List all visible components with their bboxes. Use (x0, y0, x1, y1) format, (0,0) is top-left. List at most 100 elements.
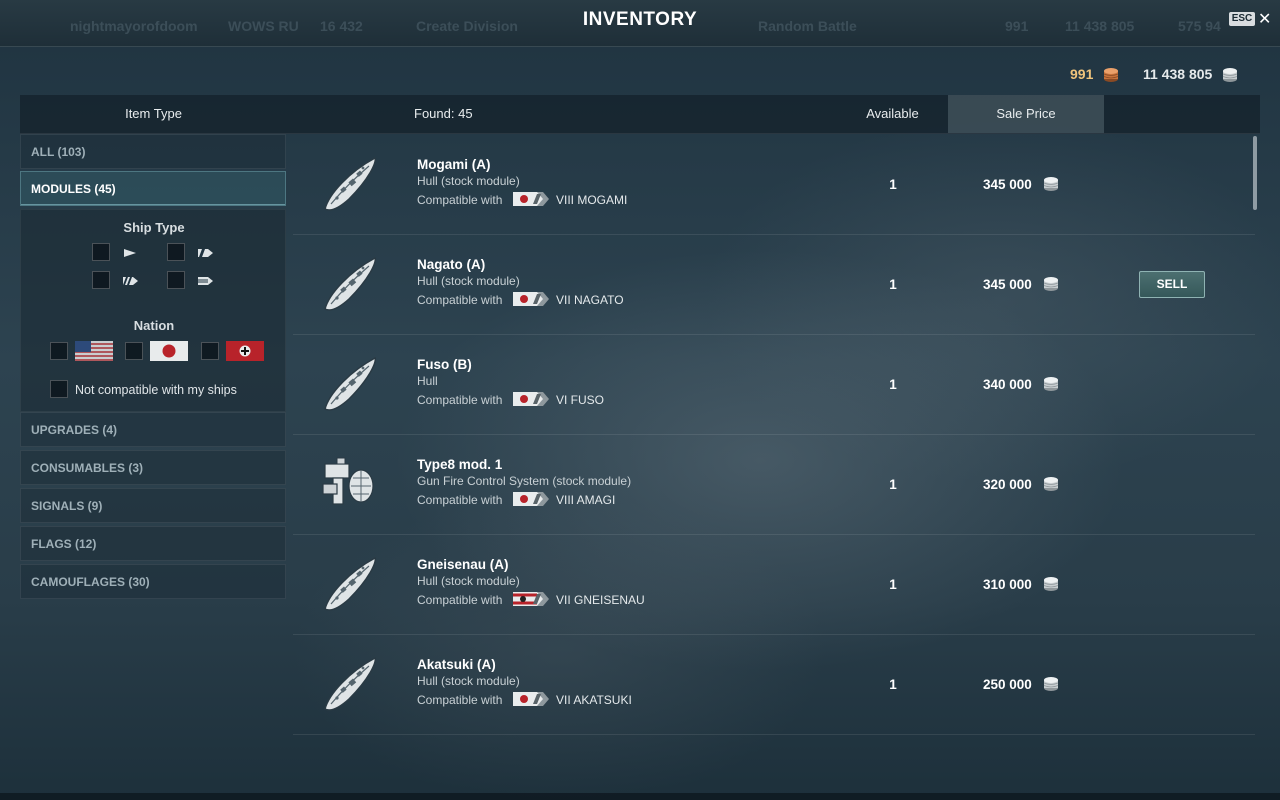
category-flags[interactable]: FLAGS (12) (20, 526, 286, 561)
compatible-label: Compatible with (417, 293, 503, 307)
credits-icon (1043, 476, 1059, 492)
japan-nation-icon (513, 292, 549, 306)
cruiser-icon (198, 249, 213, 257)
japan-nation-icon (513, 492, 549, 506)
window-title: INVENTORY (582, 9, 698, 30)
compatible-label: Compatible with (417, 493, 503, 507)
category-all[interactable]: ALL (103) (20, 134, 286, 169)
credits-icon (1043, 676, 1059, 692)
list-item[interactable]: Type8 mod. 1 Gun Fire Control System (st… (293, 434, 1255, 535)
table-header: Item Type Found: 45 Available Sale Price (20, 95, 1260, 134)
header-found-count: Found: 45 (414, 106, 473, 121)
item-available: 1 (889, 377, 897, 392)
bottom-strip (0, 793, 1280, 800)
item-name: Gneisenau (A) (417, 557, 509, 572)
list-item[interactable]: Mogami (A) Hull (stock module) Compatibl… (293, 134, 1255, 235)
hull-icon (319, 654, 381, 714)
item-name: Type8 mod. 1 (417, 457, 503, 472)
item-name: Fuso (B) (417, 357, 472, 372)
item-available: 1 (889, 177, 897, 192)
compatible-label: Compatible with (417, 693, 503, 707)
category-camouflages[interactable]: CAMOUFLAGES (30) (20, 564, 286, 599)
item-type: Hull (stock module) (417, 674, 520, 688)
category-modules[interactable]: MODULES (45) (20, 171, 286, 206)
item-type: Gun Fire Control System (stock module) (417, 474, 632, 488)
esc-key-hint[interactable]: ESC (1229, 12, 1255, 26)
compatible-ship: VIII AMAGI (556, 493, 616, 507)
item-available: 1 (889, 577, 897, 592)
list-item[interactable]: Fuso (B) Hull Compatible with VI FUSO 1 … (293, 334, 1255, 435)
item-price: 310 000 (983, 577, 1032, 592)
category-consumables[interactable]: CONSUMABLES (3) (20, 450, 286, 485)
item-price: 345 000 (983, 177, 1032, 192)
module-filters: Ship Type Nation Not compatible with my … (20, 209, 286, 412)
germany-nation-icon (513, 592, 549, 606)
nation-japan-checkbox[interactable] (125, 342, 143, 360)
item-price: 320 000 (983, 477, 1032, 492)
compatible-ship: VII GNEISENAU (556, 593, 645, 607)
list-scrollbar[interactable] (1253, 136, 1257, 210)
item-name: Nagato (A) (417, 257, 486, 272)
item-name: Akatsuki (A) (417, 657, 496, 672)
compatible-label: Compatible with (417, 593, 503, 607)
doubloons-balance: 991 (1070, 66, 1094, 82)
item-type: Hull (stock module) (417, 274, 520, 288)
ship-type-carrier-checkbox[interactable] (167, 271, 185, 289)
credits-icon (1043, 276, 1059, 292)
item-price: 250 000 (983, 677, 1032, 692)
japan-nation-icon (513, 692, 549, 706)
close-icon[interactable]: ✕ (1258, 9, 1271, 29)
item-price: 345 000 (983, 277, 1032, 292)
hull-icon (319, 554, 381, 614)
item-type: Hull (417, 374, 438, 388)
header-available[interactable]: Available (840, 95, 945, 133)
japan-nation-icon (513, 392, 549, 406)
ship-type-destroyer-checkbox[interactable] (92, 243, 110, 261)
item-type: Hull (stock module) (417, 574, 520, 588)
battleship-icon (123, 277, 138, 285)
item-available: 1 (889, 677, 897, 692)
hull-icon (319, 154, 381, 214)
item-name: Mogami (A) (417, 157, 491, 172)
not-compatible-checkbox[interactable] (50, 380, 68, 398)
compatible-ship: VI FUSO (556, 393, 605, 407)
germany-flag-icon (226, 341, 264, 361)
category-signals[interactable]: SIGNALS (9) (20, 488, 286, 523)
item-type: Hull (stock module) (417, 174, 520, 188)
compatible-ship: VIII MOGAMI (556, 193, 628, 207)
credits-icon (1043, 576, 1059, 592)
item-price: 340 000 (983, 377, 1032, 392)
sell-button[interactable]: SELL (1139, 271, 1205, 298)
usa-flag-icon (75, 341, 113, 361)
hull-icon (319, 254, 381, 314)
credits-icon (1043, 176, 1059, 192)
list-item[interactable]: Gneisenau (A) Hull (stock module) Compat… (293, 534, 1255, 635)
category-upgrades[interactable]: UPGRADES (4) (20, 412, 286, 447)
ship-type-cruiser-checkbox[interactable] (167, 243, 185, 261)
item-available: 1 (889, 477, 897, 492)
list-item[interactable]: Akatsuki (A) Hull (stock module) Compati… (293, 634, 1255, 735)
fire-control-icon (319, 454, 381, 514)
list-item[interactable]: Nagato (A) Hull (stock module) Compatibl… (293, 234, 1255, 335)
ship-type-battleship-checkbox[interactable] (92, 271, 110, 289)
compatible-label: Compatible with (417, 193, 503, 207)
credits-icon (1043, 376, 1059, 392)
top-bar: nightmayorofdoom WOWS RU 16 432 Create D… (0, 0, 1280, 47)
credits-balance: 11 438 805 (1143, 66, 1213, 82)
hull-icon (319, 354, 381, 414)
inventory-list: Mogami (A) Hull (stock module) Compatibl… (293, 134, 1255, 784)
compatible-ship: VII NAGATO (556, 293, 624, 307)
header-sale-price[interactable]: Sale Price (948, 95, 1104, 133)
compatible-ship: VII AKATSUKI (556, 693, 632, 707)
nation-germany-checkbox[interactable] (201, 342, 219, 360)
destroyer-icon (124, 249, 136, 257)
aircraft-carrier-icon (198, 277, 213, 285)
japan-flag-icon (150, 341, 188, 361)
ship-type-title: Ship Type (123, 220, 185, 235)
doubloon-icon (1103, 67, 1119, 83)
item-available: 1 (889, 277, 897, 292)
not-compatible-label: Not compatible with my ships (75, 383, 237, 397)
compatible-label: Compatible with (417, 393, 503, 407)
header-item-type: Item Type (125, 106, 182, 121)
nation-usa-checkbox[interactable] (50, 342, 68, 360)
